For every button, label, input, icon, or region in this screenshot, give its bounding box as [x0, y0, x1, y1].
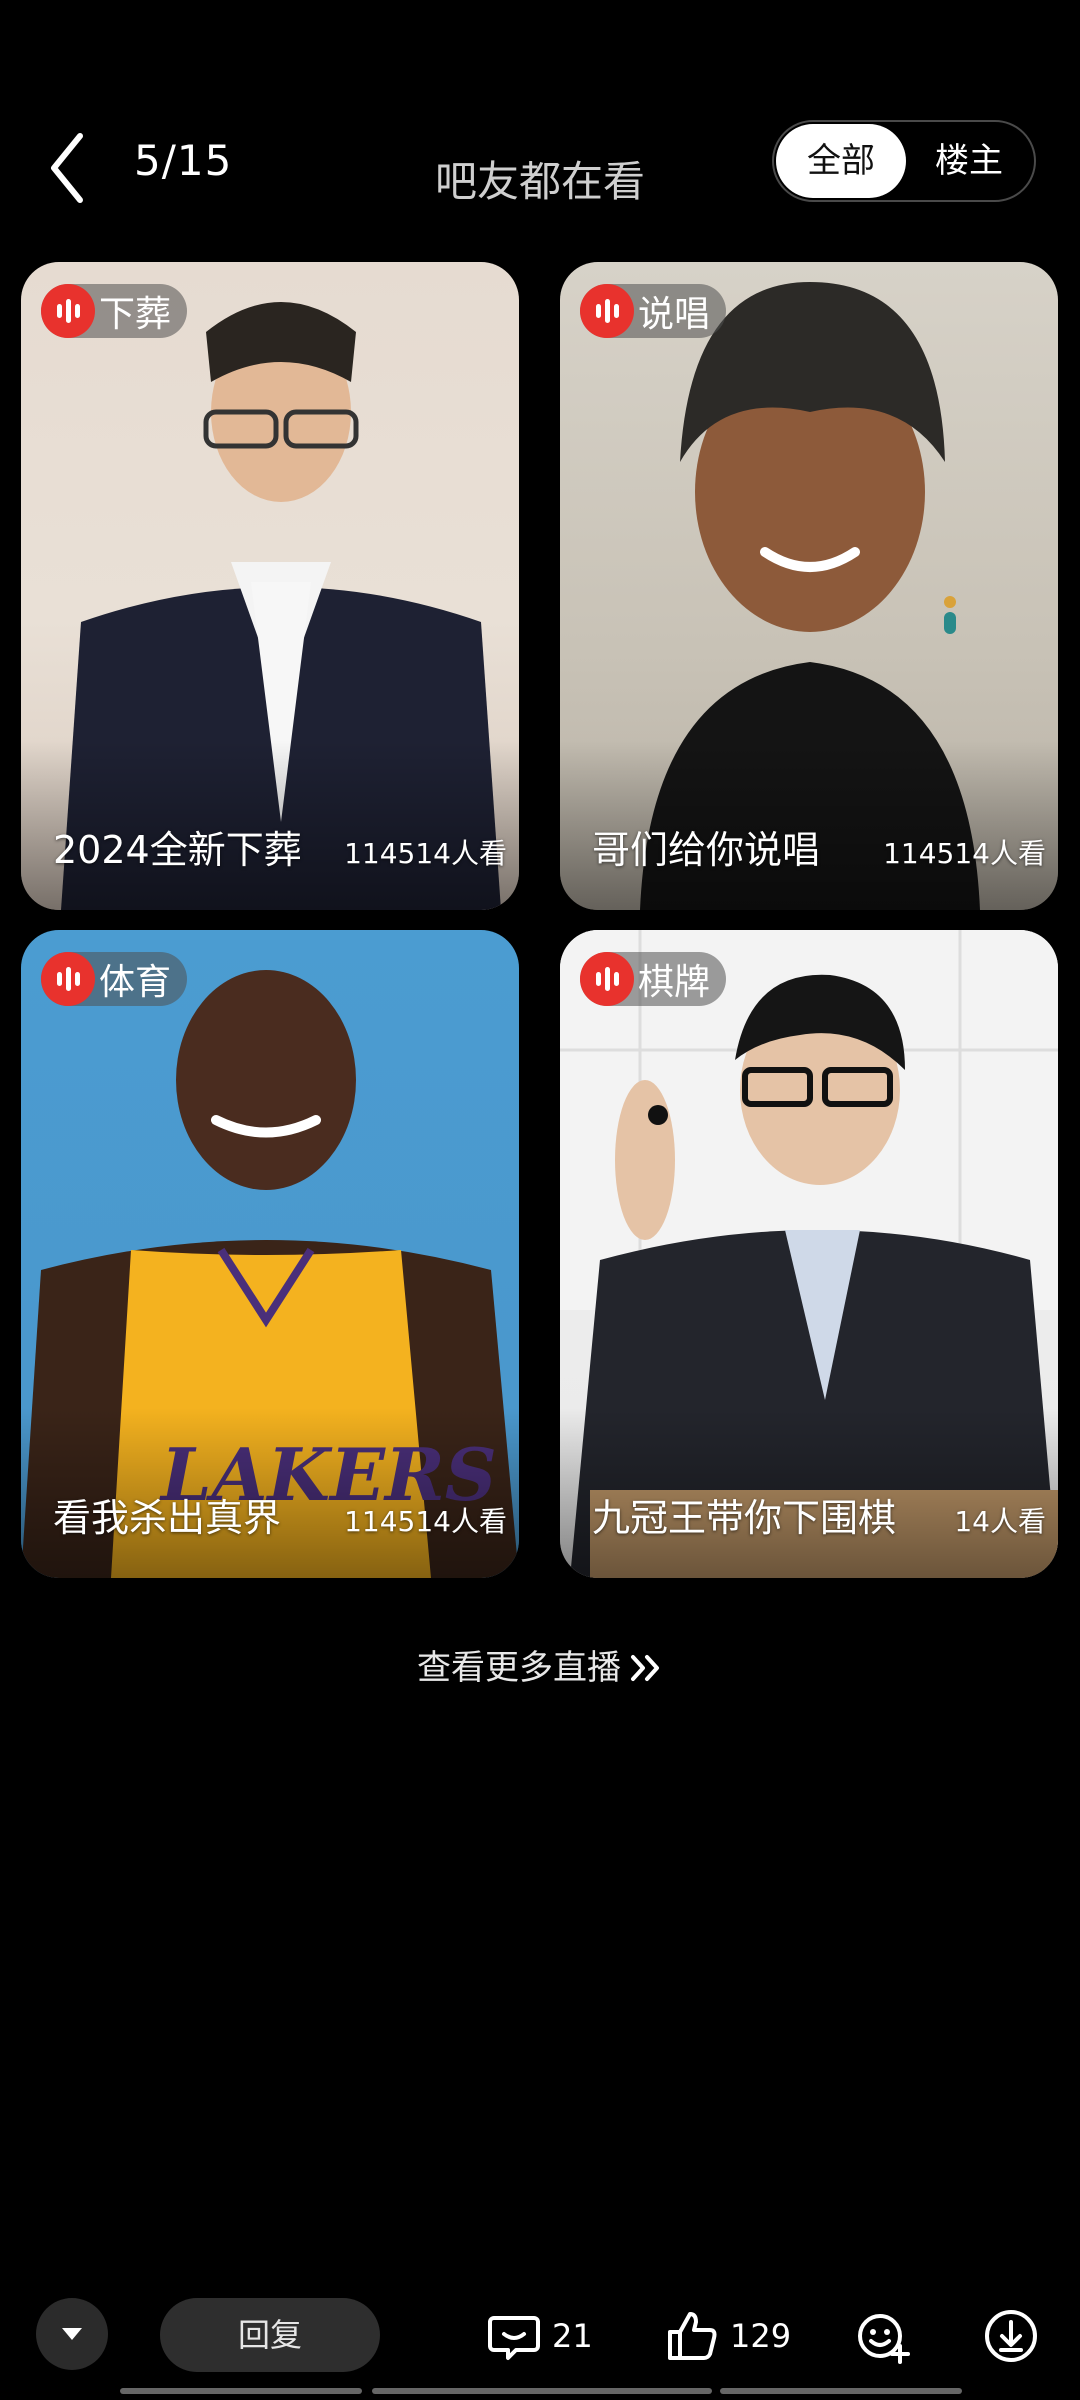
segment-owner[interactable]: 楼主 — [904, 124, 1034, 198]
more-live-link[interactable]: 查看更多直播 — [0, 1640, 1080, 1689]
bottom-action-bar: 回复 21 129 — [0, 2280, 1080, 2400]
add-reaction-button[interactable] — [854, 2296, 914, 2376]
live-card[interactable]: 下葬 2024全新下葬 114514人看 — [21, 262, 519, 910]
filter-segmented-control: 全部 楼主 — [772, 120, 1036, 202]
caret-down-icon — [62, 2328, 82, 2340]
live-indicator-icon — [41, 952, 95, 1006]
live-title: 2024全新下葬 — [53, 828, 302, 872]
like-count: 129 — [730, 2317, 792, 2355]
double-chevron-right-icon — [629, 1648, 663, 1688]
reply-button[interactable]: 回复 — [160, 2298, 380, 2372]
collapse-button[interactable] — [36, 2298, 108, 2370]
viewer-count: 14人看 — [954, 1505, 1046, 1538]
home-indicator-segment — [372, 2388, 712, 2394]
segment-all[interactable]: 全部 — [776, 124, 906, 198]
header: 5/15 吧友都在看 全部 楼主 — [0, 0, 1080, 260]
category-badge: 棋牌 — [580, 952, 727, 1006]
viewer-count: 114514人看 — [344, 837, 507, 870]
category-badge: 体育 — [41, 952, 188, 1006]
live-indicator-icon — [580, 284, 634, 338]
category-label: 说唱 — [638, 294, 711, 335]
category-label: 棋牌 — [638, 962, 711, 1003]
viewer-count: 114514人看 — [883, 837, 1046, 870]
emoji-plus-icon — [858, 2314, 910, 2364]
category-label: 体育 — [99, 962, 172, 1003]
comment-button[interactable]: 21 — [486, 2296, 593, 2376]
live-card[interactable]: 说唱 哥们给你说唱 114514人看 — [560, 262, 1058, 910]
category-label: 下葬 — [99, 294, 172, 335]
home-indicator-segment — [720, 2388, 962, 2394]
live-indicator-icon — [41, 284, 95, 338]
comment-count: 21 — [552, 2317, 593, 2355]
live-card[interactable]: 棋牌 九冠王带你下围棋 14人看 — [560, 930, 1058, 1578]
live-title: 看我杀出真界 — [53, 1496, 282, 1540]
download-button[interactable] — [982, 2296, 1040, 2376]
download-icon — [985, 2310, 1037, 2362]
category-badge: 说唱 — [580, 284, 727, 338]
viewer-count: 114514人看 — [344, 1505, 507, 1538]
live-card[interactable]: LAKERS 体育 看我杀出真界 114514人看 — [21, 930, 519, 1578]
category-badge: 下葬 — [41, 284, 188, 338]
home-indicator-segment — [120, 2388, 362, 2394]
live-title: 哥们给你说唱 — [592, 828, 821, 872]
thumbs-up-icon — [668, 2312, 717, 2360]
like-button[interactable]: 129 — [664, 2296, 791, 2376]
live-title: 九冠王带你下围棋 — [592, 1496, 897, 1540]
comment-icon — [488, 2316, 540, 2360]
live-indicator-icon — [580, 952, 634, 1006]
more-live-label: 查看更多直播 — [417, 1648, 621, 1688]
